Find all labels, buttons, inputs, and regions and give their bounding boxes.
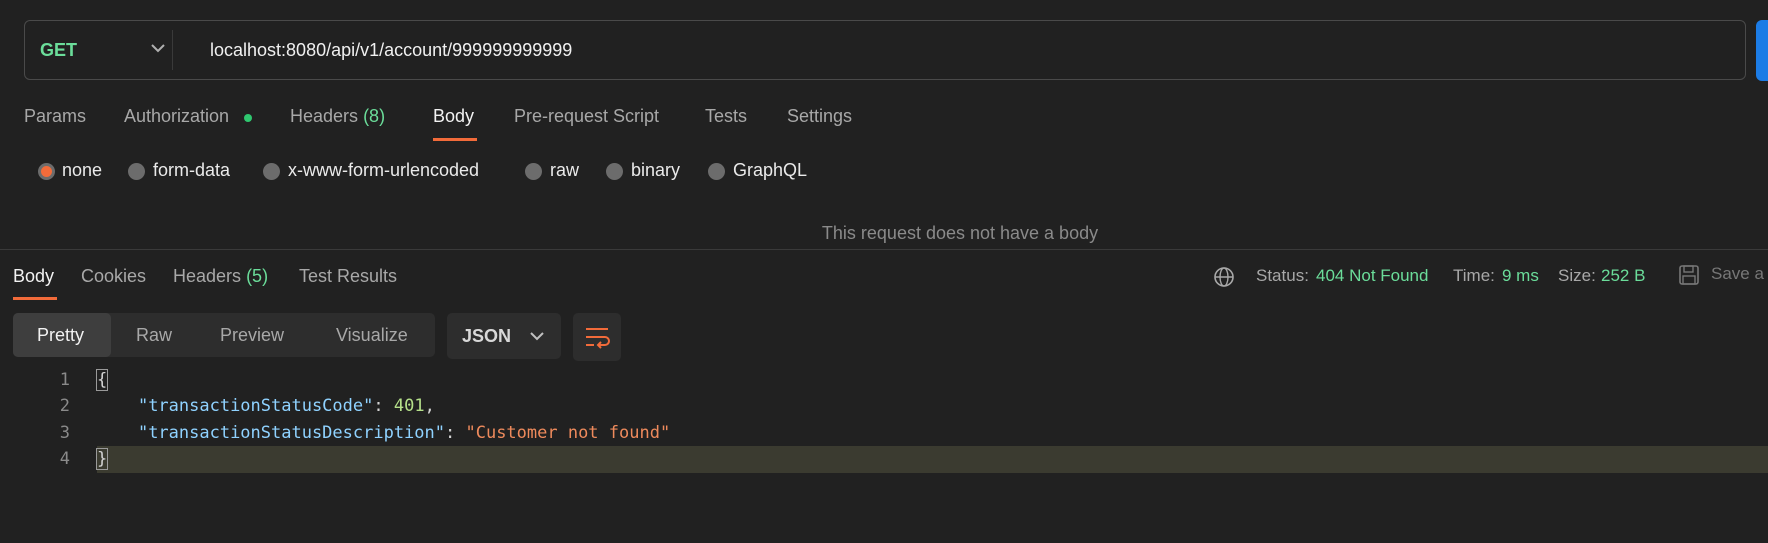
json-key: "transactionStatusCode": [137, 396, 374, 416]
tab-pre-request-script[interactable]: Pre-request Script: [514, 106, 659, 127]
json-string-value: "Customer not found": [465, 423, 671, 443]
radio-label-none[interactable]: none: [62, 160, 102, 181]
active-tab-indicator: [433, 138, 477, 141]
tab-response-headers[interactable]: Headers (5): [173, 266, 268, 287]
view-mode-pretty[interactable]: Pretty: [37, 325, 84, 346]
tab-response-body[interactable]: Body: [13, 266, 54, 287]
size-label: Size:: [1558, 266, 1596, 285]
save-response-button[interactable]: Save a: [1711, 264, 1764, 284]
tab-tests[interactable]: Tests: [705, 106, 747, 127]
method-select[interactable]: GET: [40, 40, 77, 61]
no-body-message: This request does not have a body: [821, 223, 1099, 243]
response-headers-count: (5): [246, 266, 269, 286]
status-value[interactable]: 404 Not Found: [1316, 266, 1428, 286]
current-line-highlight: [97, 446, 1768, 473]
radio-form-data[interactable]: [128, 163, 145, 180]
tab-body[interactable]: Body: [433, 106, 474, 127]
tab-headers-label: Headers: [290, 106, 359, 126]
wrap-lines-button[interactable]: [573, 313, 621, 361]
radio-label-form-data[interactable]: form-data: [153, 160, 230, 181]
line-number: 3: [59, 423, 70, 443]
radio-label-raw[interactable]: raw: [550, 160, 579, 181]
chevron-down-icon[interactable]: [148, 38, 168, 58]
line-number: 4: [59, 449, 70, 469]
radio-label-graphql[interactable]: GraphQL: [733, 160, 807, 181]
send-button[interactable]: [1756, 20, 1768, 81]
tab-headers[interactable]: Headers (8): [290, 106, 385, 127]
code-line-1[interactable]: {: [95, 369, 109, 391]
headers-count: (8): [363, 106, 386, 126]
json-open-brace: {: [95, 369, 109, 391]
view-mode-preview[interactable]: Preview: [220, 325, 284, 346]
format-dropdown-label[interactable]: JSON: [462, 326, 511, 347]
pane-divider[interactable]: [0, 249, 1768, 250]
code-line-2[interactable]: "transactionStatusCode": 401,: [97, 396, 435, 416]
tab-test-results[interactable]: Test Results: [299, 266, 397, 287]
radio-binary[interactable]: [606, 163, 623, 180]
status-label: Status:: [1256, 266, 1309, 285]
radio-raw[interactable]: [525, 163, 542, 180]
view-mode-raw[interactable]: Raw: [136, 325, 172, 346]
tab-authorization[interactable]: Authorization: [124, 106, 229, 127]
size-value[interactable]: 252 B: [1601, 266, 1645, 286]
active-tab-indicator: [13, 297, 57, 300]
code-line-3[interactable]: "transactionStatusDescription": "Custome…: [97, 423, 670, 443]
time-label: Time:: [1453, 266, 1495, 285]
view-mode-visualize[interactable]: Visualize: [336, 325, 408, 346]
json-close-brace: }: [95, 448, 109, 470]
tab-settings[interactable]: Settings: [787, 106, 852, 127]
json-key: "transactionStatusDescription": [137, 423, 445, 443]
radio-label-binary[interactable]: binary: [631, 160, 680, 181]
line-number: 1: [59, 370, 70, 390]
wrap-lines-icon: [586, 328, 610, 349]
url-input[interactable]: localhost:8080/api/v1/account/9999999999…: [210, 40, 572, 61]
code-line-4[interactable]: }: [95, 448, 109, 470]
json-number-value: 401: [393, 396, 425, 416]
auth-status-dot: [244, 114, 252, 122]
radio-none[interactable]: [38, 163, 55, 180]
tab-cookies[interactable]: Cookies: [81, 266, 146, 287]
radio-x-www-form-urlencoded[interactable]: [263, 163, 280, 180]
url-divider: [172, 30, 173, 70]
save-icon[interactable]: [1678, 264, 1700, 286]
chevron-down-icon[interactable]: [527, 326, 547, 346]
radio-graphql[interactable]: [708, 163, 725, 180]
tab-params[interactable]: Params: [24, 106, 86, 127]
time-value[interactable]: 9 ms: [1502, 266, 1539, 286]
globe-icon[interactable]: [1213, 266, 1235, 288]
line-number: 2: [59, 396, 70, 416]
tab-response-headers-label: Headers: [173, 266, 242, 286]
radio-label-x-www-form-urlencoded[interactable]: x-www-form-urlencoded: [288, 160, 479, 181]
